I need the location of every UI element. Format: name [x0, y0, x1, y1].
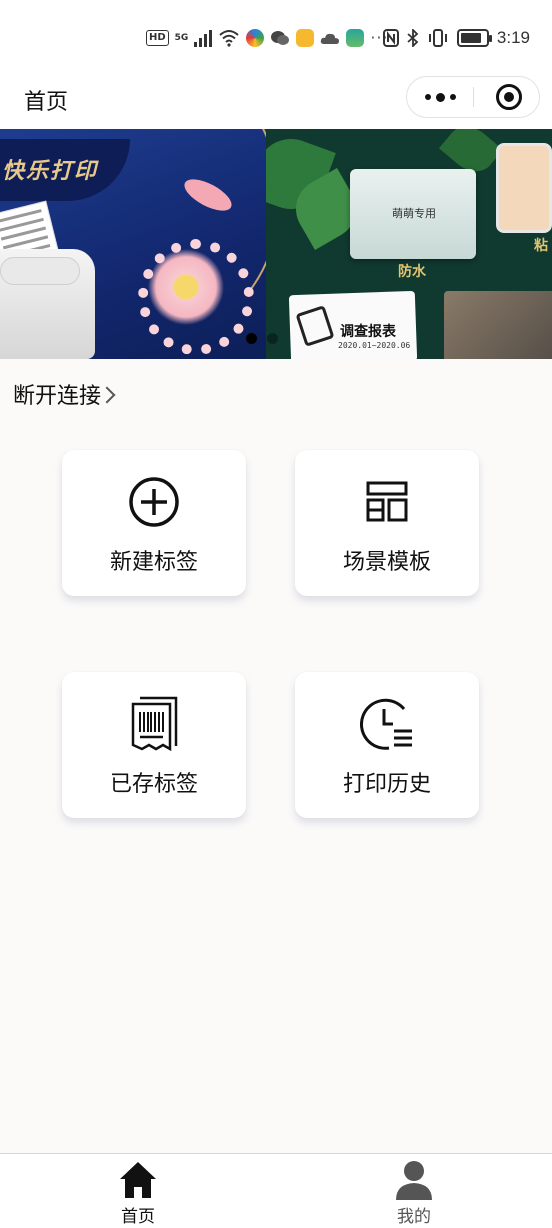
new-label-text: 新建标签 — [109, 550, 198, 575]
status-bar: HD 5G ··· 3:19 — [0, 0, 552, 76]
clock: 3:19 — [496, 28, 530, 47]
tab-home-label: 首页 — [121, 1207, 155, 1227]
disconnect-label: 断开连接 — [13, 384, 102, 409]
tab-home[interactable]: 首页 — [0, 1154, 276, 1228]
history-clock-icon — [357, 694, 417, 754]
scene-template-text: 场景模板 — [342, 550, 431, 575]
flower-image — [138, 239, 254, 355]
saved-labels-text: 已存标签 — [109, 772, 198, 797]
phone-case-image — [496, 143, 552, 233]
banner-brand-text: 快乐打印 — [2, 159, 99, 184]
status-icons-right: 3:19 — [382, 28, 530, 48]
new-label-card[interactable]: 新建标签 — [62, 450, 246, 596]
nav-bar: 首页 — [0, 76, 552, 129]
disconnect-button[interactable]: 断开连接 — [13, 378, 116, 410]
app-icon-b — [296, 28, 315, 47]
report-label-title: 调查报表 — [340, 324, 396, 340]
tape-label-text: 萌萌专用 — [392, 207, 436, 220]
tab-bar: 首页 我的 — [0, 1153, 552, 1228]
battery-icon — [456, 29, 492, 47]
scene-template-card[interactable]: 场景模板 — [295, 450, 479, 596]
network-type: 5G — [174, 32, 189, 43]
nfc-icon — [382, 29, 399, 47]
signal-icon — [194, 29, 213, 47]
miniprogram-capsule — [406, 76, 540, 118]
banner-carousel[interactable]: 快乐打印 萌萌专用 防水 粘 调查报表 2020.01~2020.06 — [0, 129, 552, 359]
close-miniprogram-icon[interactable] — [496, 84, 522, 110]
wechat-icon — [271, 30, 290, 45]
wifi-icon — [219, 29, 239, 47]
print-history-text: 打印历史 — [342, 772, 431, 797]
saved-labels-card[interactable]: 已存标签 — [62, 672, 246, 818]
cloud-icon — [321, 33, 340, 44]
hd-indicator: HD — [146, 29, 169, 46]
banner-slide-printer[interactable]: 快乐打印 — [0, 129, 266, 359]
add-circle-icon — [124, 472, 184, 532]
printer-image — [0, 249, 95, 359]
app-icon-a — [246, 28, 265, 47]
report-label-date: 2020.01~2020.06 — [338, 341, 411, 350]
user-icon — [396, 1161, 432, 1200]
template-icon — [357, 472, 417, 532]
tab-profile-label: 我的 — [397, 1207, 431, 1227]
bluetooth-icon — [407, 29, 419, 47]
more-menu-icon[interactable] — [407, 77, 473, 117]
page-title: 首页 — [24, 90, 69, 115]
chevron-right-icon — [98, 386, 116, 404]
status-icons-left: HD 5G ··· — [146, 28, 389, 47]
banner-slide-labels[interactable]: 萌萌专用 防水 粘 调查报表 2020.01~2020.06 — [266, 129, 552, 359]
tab-profile[interactable]: 我的 — [276, 1154, 552, 1228]
print-history-card[interactable]: 打印历史 — [295, 672, 479, 818]
waterproof-caption: 防水 — [398, 264, 426, 280]
saved-receipt-icon — [124, 694, 184, 754]
sticky-caption: 粘 — [534, 238, 548, 254]
carousel-indicator — [246, 333, 278, 344]
app-icon-c — [346, 28, 365, 47]
carousel-dot[interactable] — [246, 333, 257, 344]
home-icon — [120, 1162, 156, 1198]
capsule-divider — [473, 87, 474, 107]
metal-plate-image — [444, 291, 552, 359]
vibrate-icon — [428, 29, 447, 47]
carousel-dot[interactable] — [267, 333, 278, 344]
